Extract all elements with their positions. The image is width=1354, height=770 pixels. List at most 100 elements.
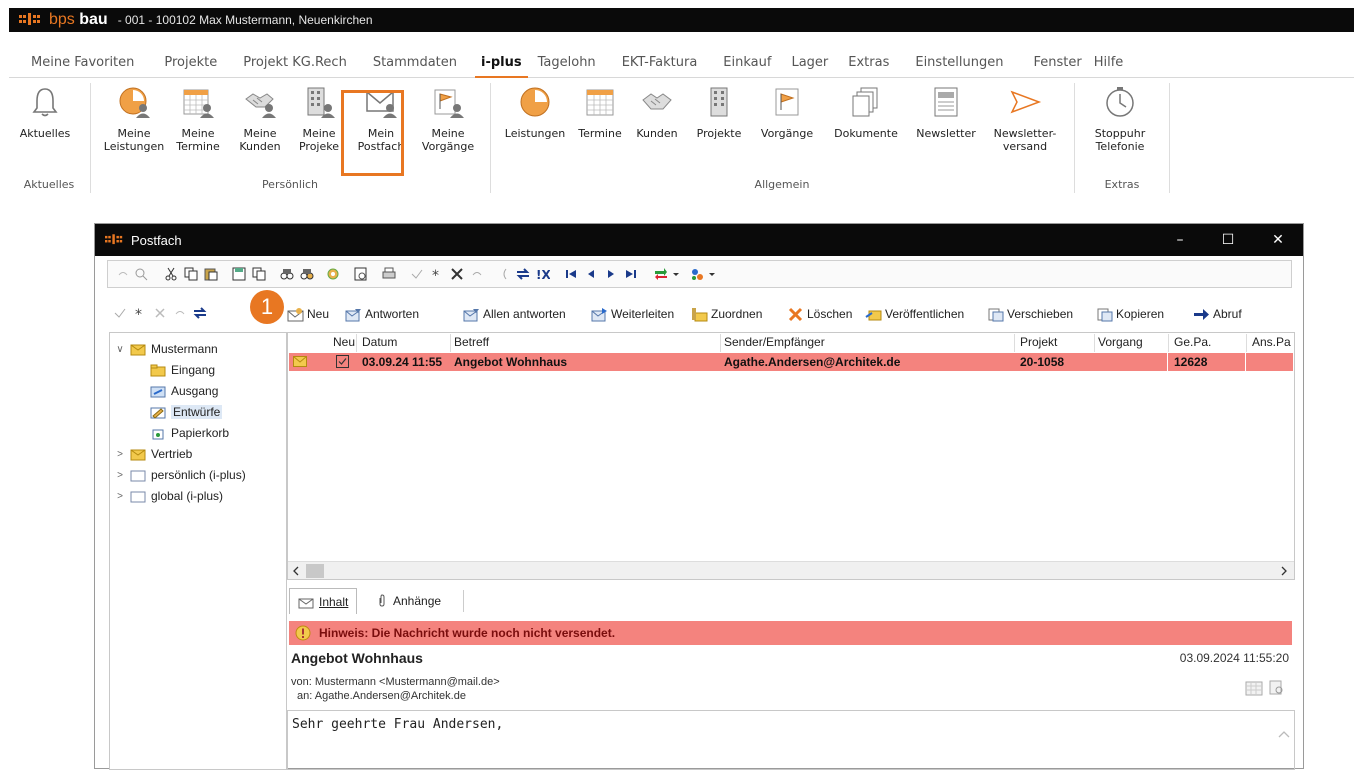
column-header-datum[interactable]: Datum (362, 335, 397, 351)
menu-item-extras[interactable]: Extras (840, 48, 901, 78)
abruf-button[interactable]: Abruf (1193, 304, 1242, 324)
ribbon-newsletter-versand-button[interactable]: Newsletter-versand (987, 85, 1063, 153)
delete-x-icon[interactable] (450, 267, 464, 281)
ribbon-newsletter-button[interactable]: Newsletter (910, 85, 982, 140)
settings-icon[interactable] (326, 267, 340, 281)
search-icon[interactable] (134, 267, 148, 281)
tree-node-entwuerfe[interactable]: Entwürfe (146, 402, 223, 422)
print-icon[interactable] (382, 267, 396, 281)
ribbon-stoppuhr-telefonie-button[interactable]: Stoppuhr Telefonie (1083, 85, 1157, 153)
duplicate-icon[interactable] (252, 267, 266, 281)
first-record-icon[interactable] (564, 267, 578, 281)
ribbon-aktuelles-button[interactable]: Aktuelles (15, 85, 75, 140)
tree-node-eingang[interactable]: Eingang (146, 360, 215, 380)
neu-button[interactable]: Neu (287, 304, 329, 324)
loeschen-button[interactable]: Löschen (787, 304, 852, 324)
menu-item-tagelohn[interactable]: Tagelohn (528, 48, 608, 78)
tab-anhaenge[interactable]: Anhänge (369, 588, 449, 614)
paste-icon[interactable] (204, 267, 218, 281)
veroeffentlichen-button[interactable]: Veröffentlichen (865, 304, 964, 324)
preview-icon[interactable] (354, 267, 368, 281)
tree-node-papierkorb[interactable]: Papierkorb (146, 423, 229, 443)
kopieren-button[interactable]: Kopieren (1096, 304, 1164, 324)
zuordnen-button[interactable]: Zuordnen (691, 304, 762, 324)
ribbon-meine-vorgaenge-button[interactable]: Meine Vorgänge (419, 85, 477, 153)
assign-icon[interactable] (690, 267, 704, 281)
neu-checkbox[interactable] (336, 355, 349, 368)
column-header-vorgang[interactable]: Vorgang (1098, 335, 1143, 351)
clear-filter-icon[interactable]: !X (536, 267, 550, 281)
find-icon[interactable] (280, 267, 294, 281)
menu-item-ekt-faktura[interactable]: EKT-Faktura (608, 48, 710, 78)
column-header-projekt[interactable]: Projekt (1020, 335, 1057, 351)
menu-item-fenster[interactable]: Fenster (1015, 48, 1093, 78)
preview-small-icon[interactable] (1269, 680, 1285, 696)
column-header-neu[interactable]: Neu (333, 335, 355, 351)
expand-icon[interactable]: > (114, 491, 126, 502)
column-header-sender[interactable]: Sender/Empfänger (724, 335, 825, 351)
prev-record-icon[interactable] (584, 267, 598, 281)
ribbon-vorgaenge-button[interactable]: Vorgänge (754, 85, 820, 140)
column-header-betreff[interactable]: Betreff (454, 335, 489, 351)
tree-node-global[interactable]: > global (i-plus) (114, 486, 223, 506)
ribbon-dokumente-button[interactable]: Dokumente (827, 85, 905, 140)
dropdown-arrow-icon[interactable] (708, 267, 716, 281)
ribbon-meine-termine-button[interactable]: Meine Termine (169, 85, 227, 153)
ribbon-termine-button[interactable]: Termine (575, 85, 625, 140)
ribbon-meine-leistungen-button[interactable]: Meine Leistungen (102, 85, 166, 153)
revert-icon[interactable] (173, 306, 187, 320)
undo-icon[interactable] (116, 267, 130, 281)
antworten-button[interactable]: Antworten (345, 304, 419, 324)
expand-icon[interactable]: > (114, 449, 126, 460)
menu-item-hilfe[interactable]: Hilfe (1094, 48, 1136, 78)
last-record-icon[interactable] (624, 267, 638, 281)
tree-node-vertrieb[interactable]: > Vertrieb (114, 444, 192, 464)
maximize-button[interactable]: ☐ (1205, 224, 1251, 256)
bracket-icon[interactable] (498, 267, 512, 281)
menu-item-einstellungen[interactable]: Einstellungen (901, 48, 1015, 78)
tree-node-ausgang[interactable]: Ausgang (146, 381, 218, 401)
check-icon[interactable] (410, 267, 424, 281)
ribbon-meine-projeke-button[interactable]: Meine Projeke (291, 85, 347, 153)
copy-icon[interactable] (184, 267, 198, 281)
cut-icon[interactable] (164, 267, 178, 281)
close-button[interactable]: ✕ (1255, 224, 1301, 256)
ribbon-meine-kunden-button[interactable]: Meine Kunden (232, 85, 288, 153)
menu-item-projekt-kg-rech[interactable]: Projekt KG.Rech (229, 48, 359, 78)
menu-item-einkauf[interactable]: Einkauf (709, 48, 783, 78)
scroll-right-icon[interactable] (1280, 566, 1288, 576)
table-row[interactable]: 03.09.24 11:55 Angebot Wohnhaus Agathe.A… (289, 353, 1293, 371)
ribbon-projekte-button[interactable]: Projekte (689, 85, 749, 140)
weiterleiten-button[interactable]: Weiterleiten (591, 304, 674, 324)
menu-item-meine-favoriten[interactable]: Meine Favoriten (9, 48, 146, 78)
revert-icon[interactable] (470, 267, 484, 281)
menu-item-projekte[interactable]: Projekte (146, 48, 229, 78)
calendar-small-icon[interactable] (1245, 680, 1263, 696)
ribbon-kunden-button[interactable]: Kunden (630, 85, 684, 140)
menu-item-lager[interactable]: Lager (783, 48, 840, 78)
sync-icon[interactable] (193, 306, 207, 320)
asterisk-icon[interactable]: * (133, 306, 147, 320)
menu-item-stammdaten[interactable]: Stammdaten (359, 48, 469, 78)
ribbon-leistungen-button[interactable]: Leistungen (499, 85, 571, 140)
delete-x-icon[interactable] (153, 306, 167, 320)
message-body[interactable]: Sehr geehrte Frau Andersen, (287, 710, 1295, 770)
scroll-up-icon[interactable] (1278, 729, 1290, 739)
scroll-left-icon[interactable] (292, 566, 300, 576)
asterisk-icon[interactable]: * (430, 267, 444, 281)
tree-node-mustermann[interactable]: ∨ Mustermann (114, 339, 217, 359)
allen-antworten-button[interactable]: Allen antworten (463, 304, 566, 324)
next-record-icon[interactable] (604, 267, 618, 281)
sync-icon[interactable] (516, 267, 530, 281)
transfer-icon[interactable] (654, 267, 668, 281)
expand-icon[interactable]: > (114, 470, 126, 481)
tab-inhalt[interactable]: Inhalt (289, 588, 358, 614)
scrollbar-thumb[interactable] (306, 564, 324, 578)
horizontal-scrollbar[interactable] (288, 561, 1294, 579)
column-header-gepa[interactable]: Ge.Pa. (1174, 335, 1211, 351)
minimize-button[interactable]: – (1157, 224, 1203, 256)
collapse-icon[interactable]: ∨ (114, 344, 126, 355)
tree-node-persoenlich[interactable]: > persönlich (i-plus) (114, 465, 246, 485)
find-next-icon[interactable] (300, 267, 314, 281)
menu-item-i-plus[interactable]: i-plus (475, 48, 528, 78)
